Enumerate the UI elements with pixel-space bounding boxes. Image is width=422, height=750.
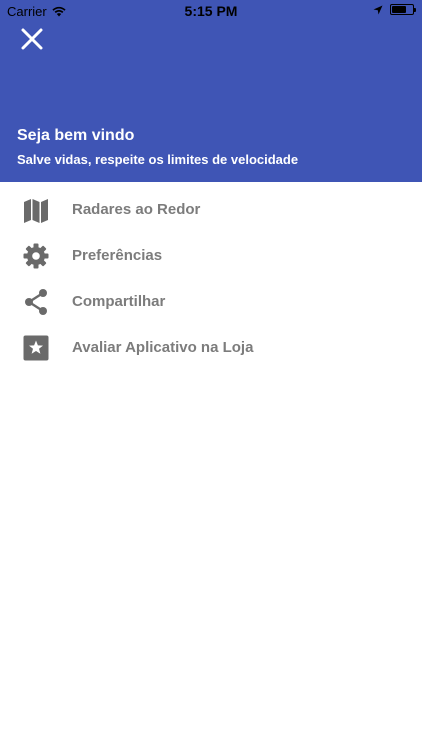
- map-icon: [24, 199, 48, 223]
- drawer-menu: Radares ao Redor Preferências Compartilh…: [0, 187, 422, 371]
- battery-icon: [390, 4, 416, 15]
- location-arrow-icon: [373, 5, 383, 14]
- drawer-header: Carrier 5:15 PM Seja bem vindo Salve vid…: [0, 0, 422, 182]
- gear-icon: [23, 243, 49, 269]
- menu-item-avaliar[interactable]: Avaliar Aplicativo na Loja: [0, 325, 422, 371]
- menu-item-preferencias[interactable]: Preferências: [0, 233, 422, 279]
- status-bar: Carrier 5:15 PM: [0, 0, 422, 22]
- welcome-title: Seja bem vindo: [17, 127, 135, 144]
- menu-item-label: Preferências: [72, 247, 163, 264]
- star-icon: [23, 335, 49, 361]
- status-right: [373, 4, 416, 15]
- menu-item-label: Radares ao Redor: [72, 201, 201, 218]
- menu-item-label: Avaliar Aplicativo na Loja: [72, 339, 254, 356]
- status-time: 5:15 PM: [184, 3, 238, 19]
- menu-item-compartilhar[interactable]: Compartilhar: [0, 279, 422, 325]
- menu-item-radares[interactable]: Radares ao Redor: [0, 187, 422, 233]
- close-button[interactable]: [18, 25, 46, 53]
- welcome-subtitle: Salve vidas, respeite os limites de velo…: [17, 152, 299, 167]
- menu-item-label: Compartilhar: [72, 293, 166, 310]
- share-icon: [25, 289, 47, 315]
- close-icon: [21, 28, 43, 50]
- battery-fill: [392, 6, 406, 13]
